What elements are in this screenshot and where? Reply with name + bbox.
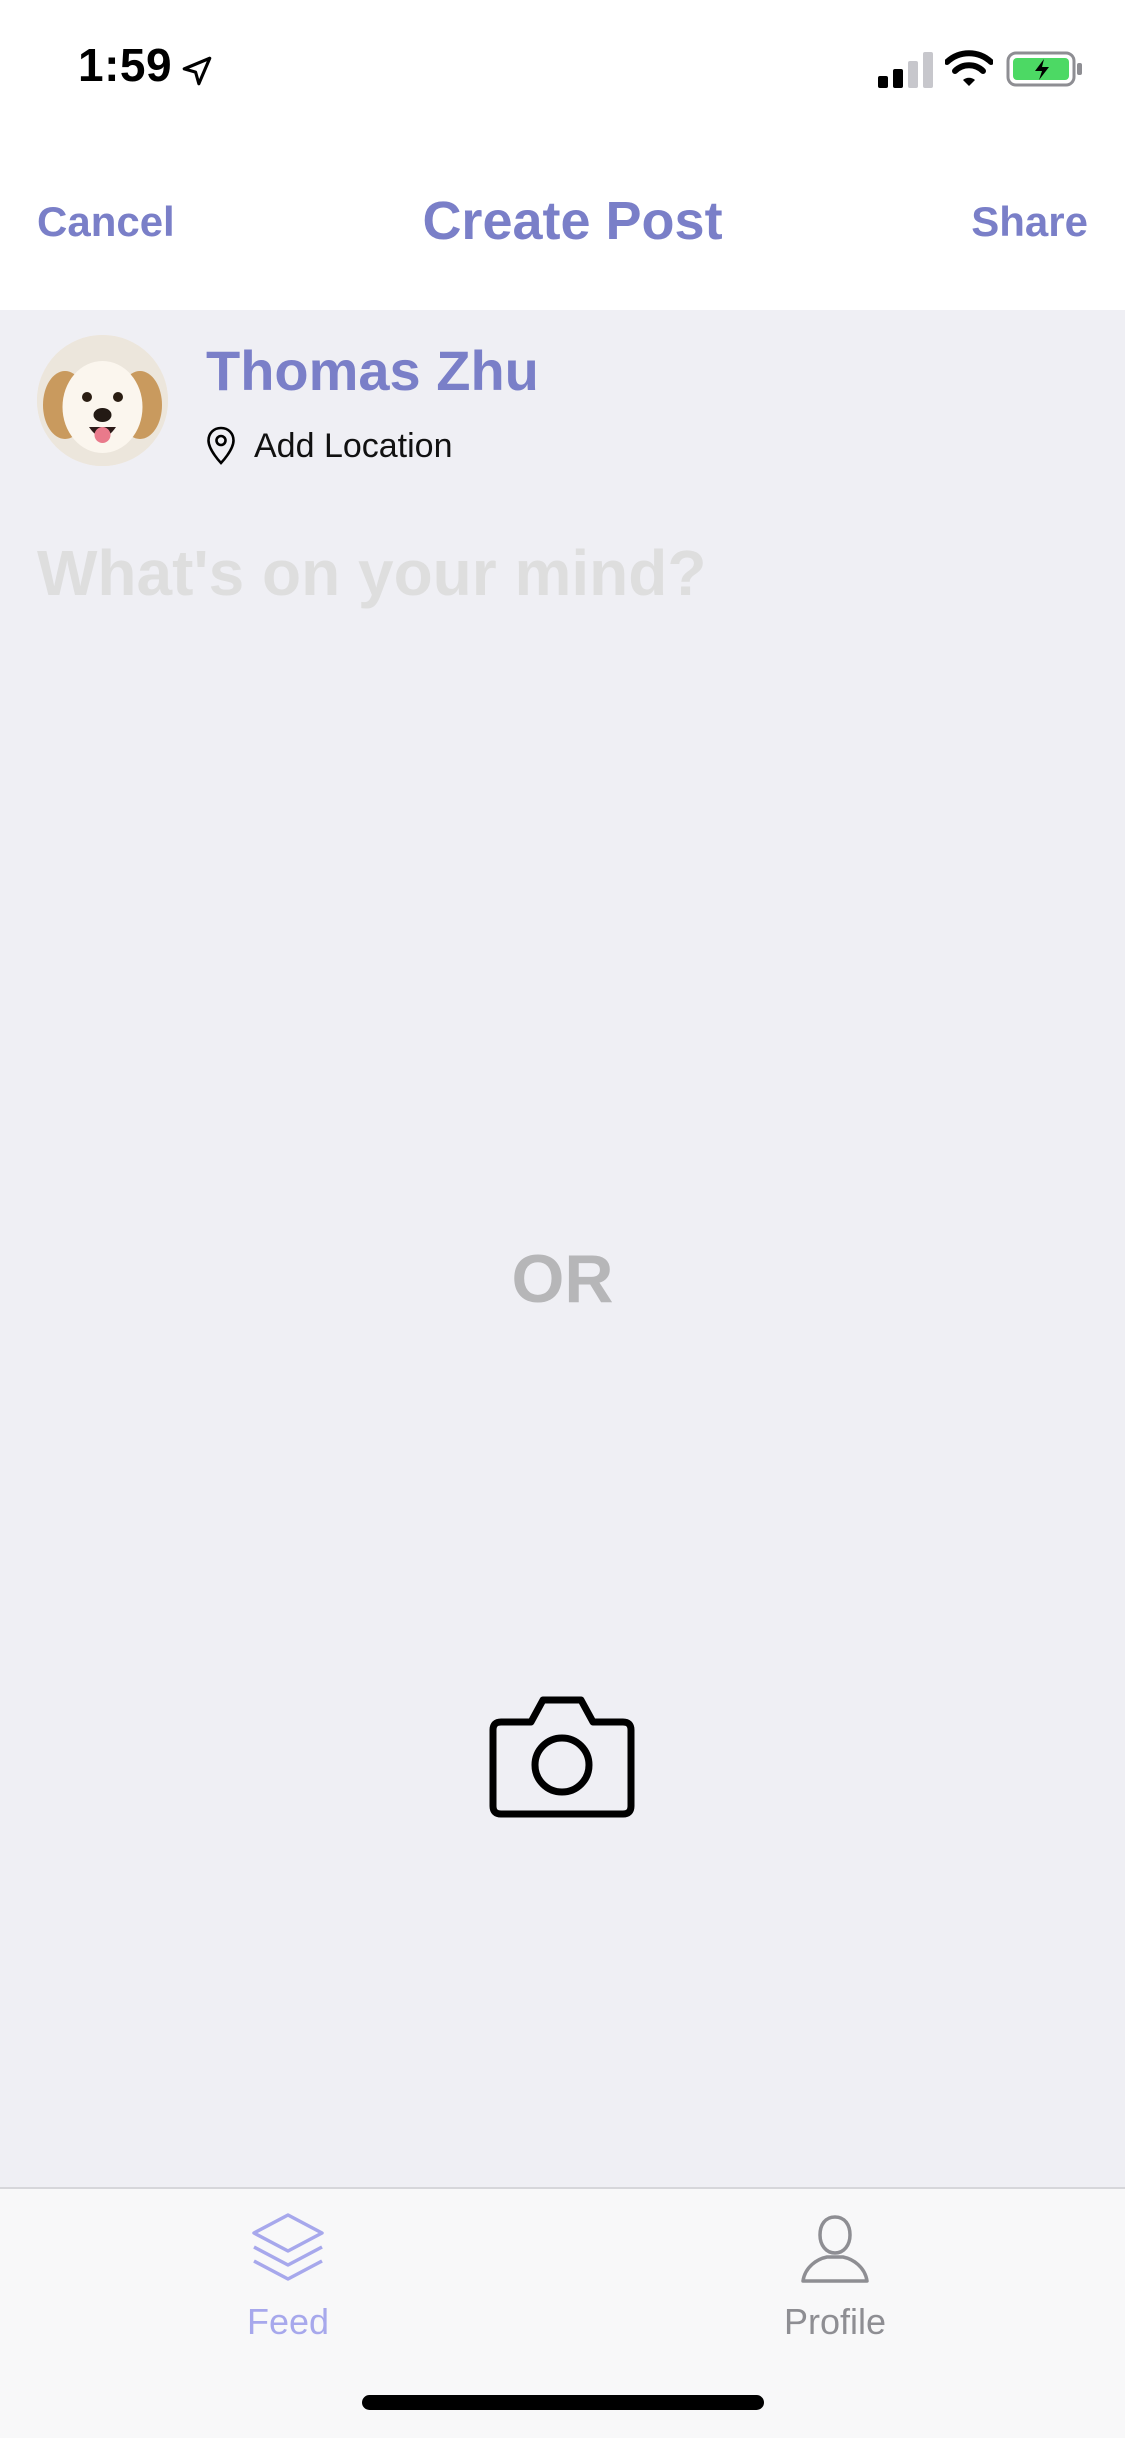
status-time: 1:59 [78, 39, 173, 91]
nav-bar: Cancel Create Post Share [0, 140, 1125, 310]
tab-feed[interactable]: Feed [158, 2209, 418, 2349]
or-divider-label: OR [511, 1241, 614, 1317]
wifi-icon [945, 50, 993, 86]
camera-icon [489, 1696, 635, 1818]
add-location-button[interactable]: Add Location [206, 420, 453, 472]
map-pin-icon [207, 426, 235, 465]
post-text-input[interactable] [37, 528, 1087, 618]
tab-profile-label: Profile [783, 2301, 887, 2342]
avatar [37, 335, 168, 466]
battery-charging-icon [1006, 51, 1082, 87]
tab-feed-label: Feed [246, 2301, 330, 2342]
cellular-signal-icon [878, 52, 933, 88]
status-bar: 1:59 [0, 0, 1125, 140]
person-icon [801, 2215, 869, 2283]
page-title: Create Post [422, 191, 723, 251]
layers-icon [252, 2213, 324, 2281]
user-name[interactable]: Thomas Zhu [206, 338, 539, 403]
location-arrow-icon [182, 56, 212, 86]
share-button[interactable]: Share [971, 198, 1088, 246]
tab-profile[interactable]: Profile [705, 2209, 965, 2349]
home-indicator[interactable] [362, 2395, 764, 2410]
add-location-label: Add Location [254, 426, 453, 465]
camera-button[interactable] [487, 1692, 637, 1822]
dog-avatar-icon [37, 335, 168, 466]
